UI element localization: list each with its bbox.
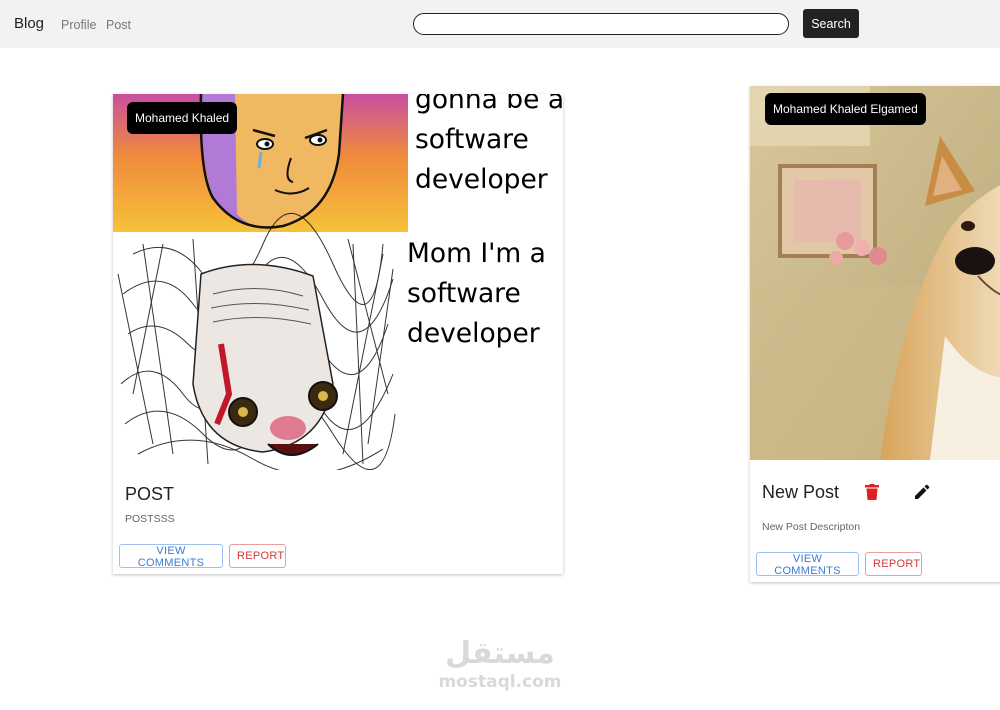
post-title: New Post (762, 482, 840, 502)
post-title: POST (125, 484, 175, 504)
delete-icon (865, 484, 879, 500)
post-image: Mohamed Khaled Elgamed (750, 86, 1000, 460)
search-button[interactable]: Search (803, 9, 859, 38)
watermark-latin: mostaql.com (438, 672, 562, 692)
post-card: Mohamed Khaled Elgamed New Post New Post… (750, 86, 1000, 582)
nav-link-profile[interactable]: Profile (61, 18, 96, 32)
author-chip[interactable]: Mohamed Khaled (127, 102, 238, 134)
author-chip[interactable]: Mohamed Khaled Elgamed (765, 93, 926, 125)
view-comments-button[interactable]: VIEW COMMENTS (119, 544, 223, 569)
report-button[interactable]: REPORT (229, 544, 286, 568)
meme-caption-bottom: Mom I'm a software developer (407, 238, 546, 349)
post-image: gonna be a software developer Mom I'm a … (113, 94, 563, 470)
search-input[interactable] (413, 13, 789, 35)
view-comments-button[interactable]: VIEW COMMENTS (756, 552, 859, 577)
watermark-arabic: مستقل (445, 636, 555, 671)
post-description: POSTSSS (125, 513, 175, 525)
report-button[interactable]: REPORT (865, 552, 922, 576)
edit-button[interactable] (910, 480, 934, 504)
navbar: Blog Profile Post Search (0, 0, 1000, 48)
edit-icon (915, 484, 930, 499)
delete-button[interactable] (860, 480, 884, 504)
meme-caption-top: gonna be a software developer (415, 94, 563, 195)
post-card: gonna be a software developer Mom I'm a … (113, 94, 563, 574)
brand-logo[interactable]: Blog (14, 15, 44, 32)
watermark-logo: مستقل mostaql.com (430, 636, 570, 692)
nav-link-post[interactable]: Post (106, 18, 131, 32)
dog-photo (750, 86, 1000, 460)
post-description: New Post Descripton (762, 521, 861, 533)
